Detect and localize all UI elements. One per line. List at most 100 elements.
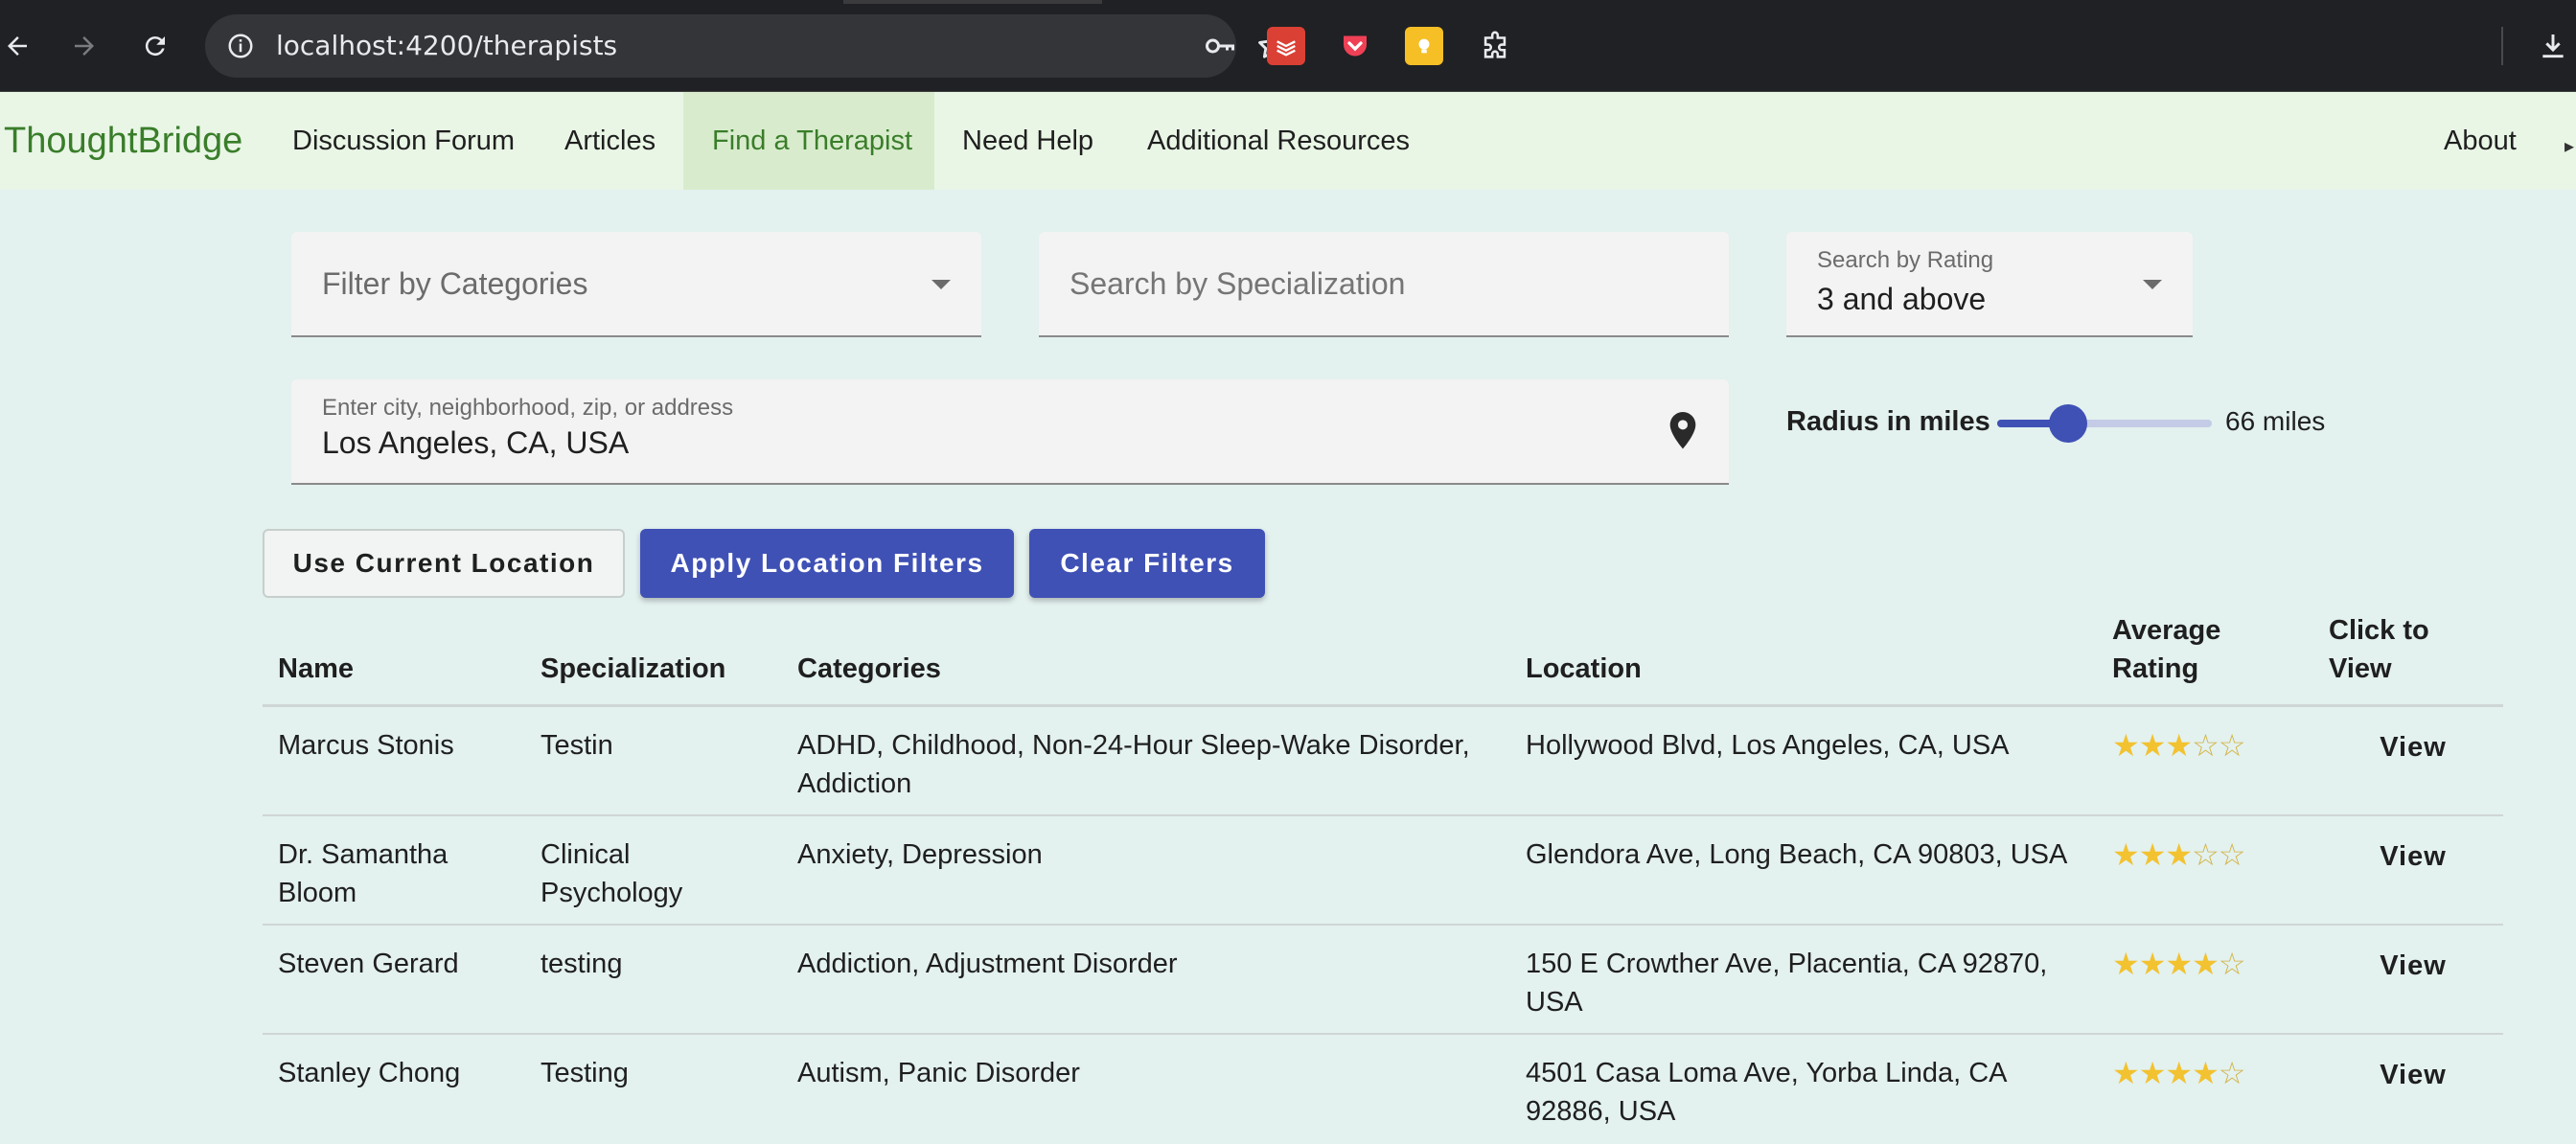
nav-discussion-forum[interactable]: Discussion Forum	[270, 92, 537, 190]
header-name: Name	[278, 653, 354, 684]
radius-label: Radius in miles	[1786, 406, 1990, 437]
site-info-icon[interactable]	[224, 30, 257, 62]
map-pin-icon[interactable]	[1664, 408, 1702, 459]
chevron-down-icon	[2143, 280, 2162, 289]
table-row: Steven Gerard testing Addiction, Adjustm…	[263, 926, 2503, 1035]
star-empty-icon: ☆	[2218, 728, 2246, 763]
chevron-down-icon	[932, 280, 951, 289]
star-empty-icon: ☆	[2218, 947, 2246, 981]
cell-location: Glendora Ave, Long Beach, CA 90803, USA	[1526, 839, 2068, 870]
star-filled-icon: ★	[2112, 947, 2140, 981]
nav-need-help[interactable]: Need Help	[940, 92, 1116, 190]
location-field[interactable]: Enter city, neighborhood, zip, or addres…	[291, 379, 1729, 485]
radius-slider[interactable]	[1997, 404, 2212, 443]
pocket-extension-icon[interactable]	[1336, 27, 1374, 65]
address-bar[interactable]: localhost:4200/therapists	[205, 14, 1285, 78]
cell-name: Steven Gerard	[278, 949, 459, 979]
location-input[interactable]	[322, 425, 1568, 461]
rating-label: Search by Rating	[1817, 247, 1994, 273]
header-average-rating-line2: Rating	[2112, 653, 2199, 684]
header-click-to-view-line2: View	[2329, 653, 2392, 684]
url-text[interactable]: localhost:4200/therapists	[276, 14, 617, 78]
browser-toolbar: localhost:4200/therapists	[0, 0, 2576, 92]
keep-extension-icon[interactable]	[1405, 27, 1443, 65]
cell-specialization: Testin	[540, 730, 613, 761]
star-filled-icon: ★	[2138, 1056, 2167, 1090]
categories-placeholder: Filter by Categories	[322, 266, 588, 301]
cell-categories: Addiction, Adjustment Disorder	[797, 949, 1178, 979]
table-row: Stanley Chong Testing Autism, Panic Diso…	[263, 1035, 2503, 1144]
view-button[interactable]: View	[2356, 841, 2471, 873]
rating-stars: ★★★★☆	[2112, 1056, 2246, 1090]
specialization-input[interactable]	[1070, 266, 1683, 302]
cell-name: Stanley Chong	[278, 1058, 461, 1088]
cell-location: 150 E Crowther Ave, Placentia, CA 92870,…	[1526, 949, 2048, 1018]
star-empty-icon: ☆	[2218, 837, 2246, 872]
forward-arrow-icon[interactable]	[59, 21, 109, 71]
nav-about[interactable]: About	[2422, 92, 2539, 190]
nav-find-a-therapist[interactable]: Find a Therapist	[683, 92, 934, 190]
cell-categories: ADHD, Childhood, Non-24-Hour Sleep-Wake …	[797, 730, 1470, 799]
radius-value: 66 miles	[2225, 406, 2326, 436]
star-filled-icon: ★	[2112, 837, 2140, 872]
todoist-extension-icon[interactable]	[1267, 27, 1305, 65]
tab-strip-edge	[843, 0, 1102, 4]
clear-filters-button[interactable]: Clear Filters	[1029, 529, 1265, 598]
star-filled-icon: ★	[2165, 728, 2193, 763]
star-filled-icon: ★	[2165, 947, 2193, 981]
rating-value: 3 and above	[1817, 282, 1987, 316]
reload-icon[interactable]	[130, 21, 180, 71]
nav-additional-resources[interactable]: Additional Resources	[1125, 92, 1432, 190]
table-row: Marcus Stonis Testin ADHD, Childhood, No…	[263, 707, 2503, 816]
location-label: Enter city, neighborhood, zip, or addres…	[322, 395, 734, 421]
specialization-field[interactable]	[1039, 232, 1729, 337]
apply-location-filters-button[interactable]: Apply Location Filters	[640, 529, 1014, 598]
rating-stars: ★★★★☆	[2112, 947, 2246, 981]
star-empty-icon: ☆	[2192, 837, 2220, 872]
cell-name: Dr. Samantha Bloom	[278, 839, 448, 908]
header-average-rating-line1: Average	[2112, 615, 2221, 646]
download-icon[interactable]	[2534, 27, 2572, 65]
nav-articles[interactable]: Articles	[542, 92, 678, 190]
password-key-icon[interactable]	[1202, 28, 1238, 64]
star-empty-icon: ☆	[2192, 728, 2220, 763]
view-button[interactable]: View	[2356, 950, 2471, 982]
brand-logo-text[interactable]: ThoughtBridge	[4, 92, 242, 190]
view-button[interactable]: View	[2356, 732, 2471, 764]
rating-select[interactable]: Search by Rating 3 and above	[1786, 232, 2193, 337]
nav-overflow-icon[interactable]: ▸	[2564, 134, 2576, 157]
rating-stars: ★★★☆☆	[2112, 837, 2246, 872]
header-specialization: Specialization	[540, 653, 726, 684]
header-categories: Categories	[797, 653, 941, 684]
cell-categories: Autism, Panic Disorder	[797, 1058, 1080, 1088]
radius-slider-thumb[interactable]	[2048, 404, 2087, 443]
cell-name: Marcus Stonis	[278, 730, 454, 761]
star-filled-icon: ★	[2112, 1056, 2140, 1090]
extensions-puzzle-icon[interactable]	[1476, 27, 1514, 65]
header-click-to-view: Click to View	[2329, 611, 2429, 688]
view-button[interactable]: View	[2356, 1060, 2471, 1091]
cell-location: Hollywood Blvd, Los Angeles, CA, USA	[1526, 730, 2010, 761]
cell-location: 4501 Casa Loma Ave, Yorba Linda, CA 9288…	[1526, 1058, 2006, 1127]
header-click-to-view-line1: Click to	[2329, 615, 2429, 646]
star-filled-icon: ★	[2138, 837, 2167, 872]
star-filled-icon: ★	[2112, 728, 2140, 763]
star-filled-icon: ★	[2192, 1056, 2220, 1090]
cell-specialization: testing	[540, 949, 623, 979]
table-row: Dr. Samantha Bloom Clinical Psychology A…	[263, 816, 2503, 926]
star-empty-icon: ☆	[2218, 1056, 2246, 1090]
categories-select[interactable]: Filter by Categories	[291, 232, 981, 337]
toolbar-divider	[2501, 27, 2503, 65]
cell-specialization: Clinical Psychology	[540, 839, 683, 908]
star-filled-icon: ★	[2165, 837, 2193, 872]
star-filled-icon: ★	[2138, 728, 2167, 763]
back-arrow-icon[interactable]	[0, 21, 42, 71]
app-navbar: ThoughtBridge Discussion Forum Articles …	[0, 92, 2576, 190]
header-location: Location	[1526, 653, 1642, 684]
star-filled-icon: ★	[2192, 947, 2220, 981]
star-filled-icon: ★	[2138, 947, 2167, 981]
rating-stars: ★★★☆☆	[2112, 728, 2246, 763]
cell-categories: Anxiety, Depression	[797, 839, 1043, 870]
header-average-rating: Average Rating	[2112, 611, 2220, 688]
use-current-location-button[interactable]: Use Current Location	[263, 529, 625, 598]
